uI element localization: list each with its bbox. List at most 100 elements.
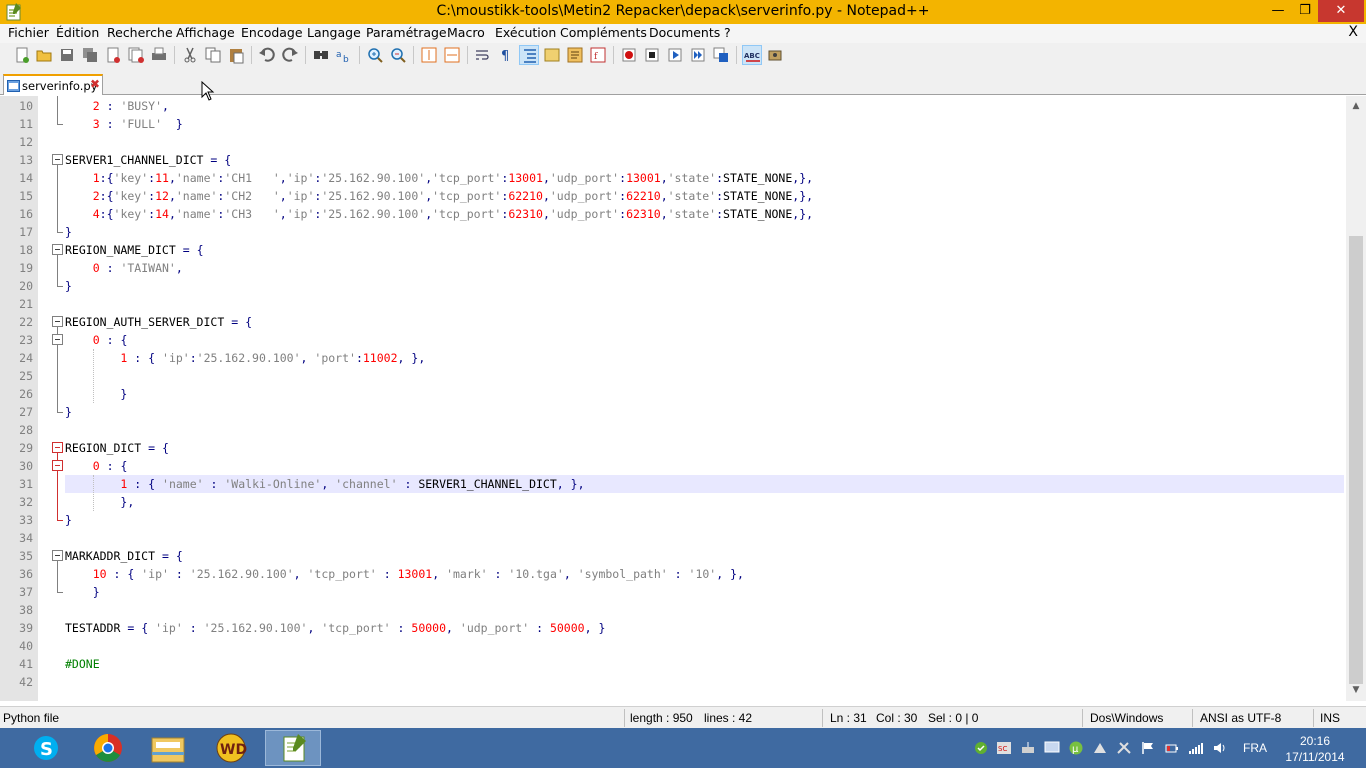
code-line[interactable]: 26 }: [0, 385, 1346, 403]
menu-parametrage[interactable]: Paramétrage: [366, 25, 447, 40]
stop-macro-icon[interactable]: [642, 45, 662, 65]
code-line[interactable]: 33}: [0, 511, 1346, 529]
find-icon[interactable]: [311, 45, 331, 65]
code-line[interactable]: 36 10 : { 'ip' : '25.162.90.100', 'tcp_p…: [0, 565, 1346, 583]
indent-guide-icon[interactable]: [519, 45, 539, 65]
clock[interactable]: 20:16 17/11/2014: [1280, 733, 1350, 765]
code-line[interactable]: 37 }: [0, 583, 1346, 601]
play-macro-icon[interactable]: [665, 45, 685, 65]
replace-icon[interactable]: ab: [334, 45, 354, 65]
chrome-taskbar-icon[interactable]: [80, 730, 136, 766]
menu-fichier[interactable]: Fichier: [8, 25, 49, 40]
paste-icon[interactable]: [226, 45, 246, 65]
code-line[interactable]: 31 1 : { 'name' : 'Walki-Online', 'chann…: [0, 475, 1346, 493]
fold-toggle-icon[interactable]: [52, 460, 63, 471]
code-line[interactable]: 25: [0, 367, 1346, 385]
word-wrap-icon[interactable]: [473, 45, 493, 65]
run-macro-multiple-icon[interactable]: [688, 45, 708, 65]
fold-toggle-icon[interactable]: [52, 442, 63, 453]
minimize-button[interactable]: —: [1264, 0, 1292, 22]
function-list-icon[interactable]: f: [588, 45, 608, 65]
code-line[interactable]: 28: [0, 421, 1346, 439]
code-line[interactable]: 15 2:{'key':12,'name':'CH2 ','ip':'25.16…: [0, 187, 1346, 205]
code-line[interactable]: 22 REGION_AUTH_SERVER_DICT = {: [0, 313, 1346, 331]
scroll-down-icon[interactable]: ▼: [1346, 682, 1366, 699]
redo-icon[interactable]: [280, 45, 300, 65]
print-icon[interactable]: [149, 45, 169, 65]
file-explorer-taskbar-icon[interactable]: [140, 730, 196, 766]
code-line[interactable]: 19 0 : 'TAIWAN',: [0, 259, 1346, 277]
save-all-icon[interactable]: [80, 45, 100, 65]
code-line[interactable]: 11 3 : 'FULL' }: [0, 115, 1346, 133]
fold-toggle-icon[interactable]: [52, 244, 63, 255]
save-macro-icon[interactable]: [711, 45, 731, 65]
undo-icon[interactable]: [257, 45, 277, 65]
wd-taskbar-icon[interactable]: WD: [203, 730, 259, 766]
menu-edition[interactable]: Édition: [56, 25, 99, 40]
tray-flag-icon[interactable]: [1140, 741, 1156, 755]
tray-power-icon[interactable]: [1164, 741, 1180, 755]
language-indicator[interactable]: FRA: [1243, 741, 1267, 755]
cut-icon[interactable]: [180, 45, 200, 65]
save-icon[interactable]: [57, 45, 77, 65]
tray-sc-icon[interactable]: SC: [996, 741, 1012, 755]
code-line[interactable]: 32 },: [0, 493, 1346, 511]
close-document-button[interactable]: X: [1348, 24, 1358, 40]
record-macro-icon[interactable]: [619, 45, 639, 65]
fold-toggle-icon[interactable]: [52, 154, 63, 165]
code-line[interactable]: 42: [0, 673, 1346, 691]
menu-encodage[interactable]: Encodage: [241, 25, 303, 40]
menu-macro[interactable]: Macro: [447, 25, 485, 40]
tray-monitor-icon[interactable]: [1044, 741, 1060, 755]
menu-documents[interactable]: Documents: [649, 25, 720, 40]
code-line[interactable]: 29 REGION_DICT = {: [0, 439, 1346, 457]
menu-recherche[interactable]: Recherche: [107, 25, 173, 40]
code-line[interactable]: 24 1 : { 'ip':'25.162.90.100', 'port':11…: [0, 349, 1346, 367]
tab-serverinfo[interactable]: serverinfo.py ✖: [3, 74, 103, 95]
tray-utorrent-icon[interactable]: µ: [1068, 741, 1084, 755]
fold-toggle-icon[interactable]: [52, 334, 63, 345]
close-button[interactable]: ✕: [1318, 0, 1364, 22]
maximize-button[interactable]: ❐: [1292, 0, 1318, 22]
open-file-icon[interactable]: [34, 45, 54, 65]
code-line[interactable]: 38: [0, 601, 1346, 619]
fold-toggle-icon[interactable]: [52, 316, 63, 327]
code-line[interactable]: 14 1:{'key':11,'name':'CH1 ','ip':'25.16…: [0, 169, 1346, 187]
code-line[interactable]: 18 REGION_NAME_DICT = {: [0, 241, 1346, 259]
user-lang-icon[interactable]: [542, 45, 562, 65]
doc-map-icon[interactable]: [565, 45, 585, 65]
tray-tool-icon[interactable]: [1116, 741, 1132, 755]
menu-complements[interactable]: Compléments: [560, 25, 647, 40]
zoom-in-icon[interactable]: [365, 45, 385, 65]
code-line[interactable]: 20}: [0, 277, 1346, 295]
code-editor[interactable]: 10 2 : 'BUSY', 11 3 : 'FULL' } 12 13 SERVER1…: [0, 96, 1366, 701]
code-line[interactable]: 23 0 : {: [0, 331, 1346, 349]
code-line[interactable]: 40: [0, 637, 1346, 655]
show-all-chars-icon[interactable]: ¶: [496, 45, 516, 65]
tray-device-icon[interactable]: [1020, 741, 1036, 755]
fold-toggle-icon[interactable]: [52, 550, 63, 561]
tray-network-icon[interactable]: [1188, 741, 1204, 755]
plugin-icon[interactable]: [765, 45, 785, 65]
sync-horizontal-icon[interactable]: [442, 45, 462, 65]
code-line[interactable]: 41 #DONE: [0, 655, 1346, 673]
tray-app-icon[interactable]: [1092, 741, 1108, 755]
tab-close-icon[interactable]: ✖: [89, 78, 101, 90]
menu-execution[interactable]: Exécution: [495, 25, 556, 40]
spell-check-icon[interactable]: ABC: [742, 45, 762, 65]
code-line[interactable]: 39 TESTADDR = { 'ip' : '25.162.90.100', '…: [0, 619, 1346, 637]
code-line[interactable]: 30 0 : {: [0, 457, 1346, 475]
copy-icon[interactable]: [203, 45, 223, 65]
zoom-out-icon[interactable]: [388, 45, 408, 65]
code-line[interactable]: 16 4:{'key':14,'name':'CH3 ','ip':'25.16…: [0, 205, 1346, 223]
code-line[interactable]: 21: [0, 295, 1346, 313]
close-file-icon[interactable]: [103, 45, 123, 65]
code-line[interactable]: 35 MARKADDR_DICT = {: [0, 547, 1346, 565]
menu-help[interactable]: ?: [724, 25, 731, 40]
tray-volume-icon[interactable]: [1212, 741, 1228, 755]
sync-vertical-icon[interactable]: [419, 45, 439, 65]
menu-affichage[interactable]: Affichage: [176, 25, 235, 40]
notepadpp-taskbar-icon[interactable]: [265, 730, 321, 766]
new-file-icon[interactable]: [12, 45, 32, 65]
code-line[interactable]: 27}: [0, 403, 1346, 421]
